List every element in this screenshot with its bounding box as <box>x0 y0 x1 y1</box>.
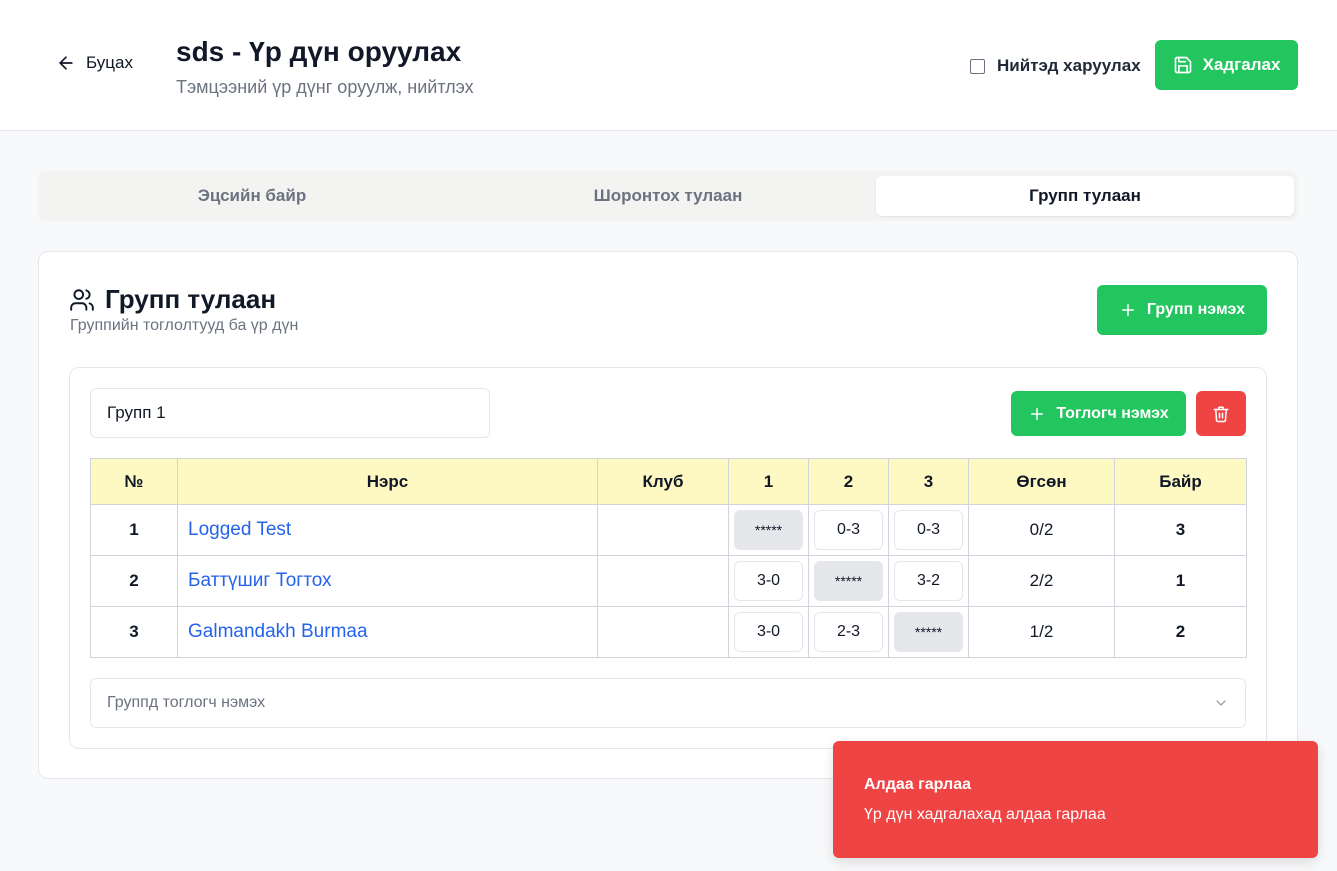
given-count: 2/2 <box>968 555 1115 607</box>
save-button[interactable]: Хадгалах <box>1155 40 1298 90</box>
given-count: 0/2 <box>968 504 1115 556</box>
row-number: 1 <box>90 504 178 556</box>
col-header-given: Өгсөн <box>968 458 1115 505</box>
col-header-club: Клуб <box>597 458 729 505</box>
table-row: 1 Logged Test ***** 0-3 0-3 0/2 3 <box>90 504 1247 556</box>
section-subtitle: Группийн тоглолтууд ба үр дүн <box>70 317 299 334</box>
player-name-link[interactable]: Galmandakh Burmaa <box>177 606 598 658</box>
add-player-select[interactable]: Группд тоглогч нэмэх <box>90 678 1246 728</box>
add-group-label: Групп нэмэх <box>1146 301 1246 318</box>
player-club <box>597 504 729 556</box>
publish-checkbox[interactable] <box>970 58 985 74</box>
save-icon <box>1174 56 1191 74</box>
tab-group-fight[interactable]: Групп тулаан <box>876 176 1294 216</box>
error-toast[interactable]: Алдаа гарлаа Үр дүн хадгалахад алдаа гар… <box>833 741 1318 858</box>
score-cell: ***** <box>728 504 809 556</box>
col-header-opponent-3: 3 <box>888 458 969 505</box>
score-cell: 0-3 <box>888 504 969 556</box>
add-group-button[interactable]: Групп нэмэх <box>1097 285 1267 335</box>
score-input[interactable]: 3-0 <box>734 561 803 601</box>
plus-icon <box>1121 304 1134 316</box>
group-panel: Тоглогч нэмэх № Нэрс Клуб 1 2 3 Өгсөн Ба… <box>69 367 1267 749</box>
score-cell: ***** <box>808 555 889 607</box>
score-input[interactable]: 2-3 <box>814 612 883 652</box>
score-input[interactable]: 0-3 <box>894 510 963 550</box>
player-rank: 2 <box>1114 606 1247 658</box>
publish-toggle[interactable]: Нийтэд харуулах <box>970 56 1141 76</box>
add-player-button[interactable]: Тоглогч нэмэх <box>1011 391 1186 436</box>
section-title: Групп тулаан <box>69 284 276 315</box>
group-results-table: № Нэрс Клуб 1 2 3 Өгсөн Байр 1 Logged Te… <box>90 458 1247 658</box>
col-header-rank: Байр <box>1114 458 1247 505</box>
score-input[interactable]: 3-0 <box>734 612 803 652</box>
tab-final-rank[interactable]: Эцсийн байр <box>43 176 461 216</box>
row-number: 2 <box>90 555 178 607</box>
page-header: Буцах sds - Үр дүн оруулах Тэмцээний үр … <box>0 0 1337 131</box>
tab-elimination[interactable]: Шоронтох тулаан <box>459 176 877 216</box>
player-rank: 1 <box>1114 555 1247 607</box>
score-self-placeholder: ***** <box>734 510 803 550</box>
player-name-link[interactable]: Баттүшиг Тогтох <box>177 555 598 607</box>
score-self-placeholder: ***** <box>894 612 963 652</box>
page-subtitle: Тэмцээний үр дүнг оруулж, нийтлэх <box>176 77 474 97</box>
score-cell: 2-3 <box>808 606 889 658</box>
group-name-input[interactable] <box>90 388 490 438</box>
given-count: 1/2 <box>968 606 1115 658</box>
add-player-select-placeholder: Группд тоглогч нэмэх <box>107 694 266 711</box>
col-header-number: № <box>90 458 178 505</box>
player-name-link[interactable]: Logged Test <box>177 504 598 556</box>
publish-label: Нийтэд харуулах <box>997 56 1141 75</box>
score-input[interactable]: 0-3 <box>814 510 883 550</box>
page-title: sds - Үр дүн оруулах <box>176 36 462 67</box>
arrow-left-icon <box>59 56 73 70</box>
col-header-name: Нэрс <box>177 458 598 505</box>
table-row: 2 Баттүшиг Тогтох 3-0 ***** 3-2 2/2 1 <box>90 555 1247 607</box>
table-header-row: № Нэрс Клуб 1 2 3 Өгсөн Байр <box>90 458 1247 505</box>
score-cell: 3-0 <box>728 555 809 607</box>
col-header-opponent-2: 2 <box>808 458 889 505</box>
score-self-placeholder: ***** <box>814 561 883 601</box>
trash-icon <box>1213 406 1229 422</box>
table-row: 3 Galmandakh Burmaa 3-0 2-3 ***** 1/2 2 <box>90 606 1247 658</box>
score-input[interactable]: 3-2 <box>894 561 963 601</box>
score-cell: ***** <box>888 606 969 658</box>
back-label: Буцах <box>86 53 133 72</box>
tab-bar: Эцсийн байр Шоронтох тулаан Групп тулаан <box>38 171 1298 221</box>
toast-message: Үр дүн хадгалахад алдаа гарлаа <box>864 806 1106 823</box>
row-number: 3 <box>90 606 178 658</box>
section-title-text: Групп тулаан <box>105 284 277 314</box>
player-rank: 3 <box>1114 504 1247 556</box>
group-section-card: Групп тулаан Группийн тоглолтууд ба үр д… <box>38 251 1298 779</box>
score-cell: 3-2 <box>888 555 969 607</box>
toast-title: Алдаа гарлаа <box>864 776 972 793</box>
player-club <box>597 606 729 658</box>
plus-icon <box>1031 407 1044 420</box>
score-cell: 3-0 <box>728 606 809 658</box>
player-club <box>597 555 729 607</box>
add-player-label: Тоглогч нэмэх <box>1056 404 1169 422</box>
score-cell: 0-3 <box>808 504 889 556</box>
col-header-opponent-1: 1 <box>728 458 809 505</box>
save-label: Хадгалах <box>1202 55 1281 74</box>
users-icon <box>70 288 94 311</box>
delete-group-button[interactable] <box>1196 391 1246 436</box>
chevron-down-icon <box>1216 700 1226 706</box>
back-button[interactable]: Буцах <box>56 53 133 73</box>
